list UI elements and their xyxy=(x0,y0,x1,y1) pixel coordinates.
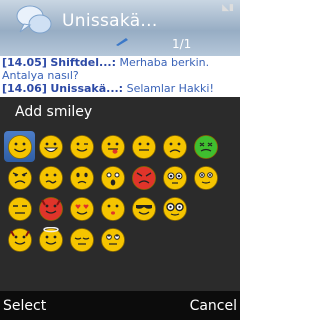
smiley-cool[interactable] xyxy=(128,193,159,224)
smiley-rolling-eyes[interactable] xyxy=(97,224,128,255)
dialog-title: Add smiley xyxy=(15,104,93,120)
smiley-wink[interactable] xyxy=(66,131,97,162)
smiley-nerd-glasses[interactable] xyxy=(159,193,190,224)
empty-cell xyxy=(190,224,221,255)
signal-icon: ◣▮ xyxy=(222,3,234,13)
smiley-frown[interactable] xyxy=(66,162,97,193)
smiley-tongue[interactable] xyxy=(97,131,128,162)
smiley-grin[interactable] xyxy=(35,131,66,162)
rolling-eyes-icon xyxy=(100,227,125,252)
add-smiley-dialog: Add smiley xyxy=(0,97,240,291)
smiley-grid xyxy=(4,131,221,255)
smiley-annoyed[interactable] xyxy=(4,193,35,224)
empty-cell xyxy=(190,193,221,224)
cancel-softkey[interactable]: Cancel xyxy=(190,298,237,314)
chat-bubbles-icon xyxy=(16,5,52,34)
heart-eyes-icon xyxy=(69,196,94,221)
smiley-surprised[interactable] xyxy=(97,162,128,193)
neutral-icon xyxy=(131,134,156,159)
wink-icon xyxy=(69,134,94,159)
smiley-heart-eyes[interactable] xyxy=(66,193,97,224)
smiley-devil[interactable] xyxy=(4,224,35,255)
kiss-icon xyxy=(100,196,125,221)
confused-icon xyxy=(38,165,63,190)
message-nick: Unissakä...: xyxy=(50,82,124,95)
devil-icon xyxy=(7,227,32,252)
edit-icon xyxy=(116,38,128,46)
nerd-glasses-icon xyxy=(162,196,187,221)
smiley-devil-red[interactable] xyxy=(35,193,66,224)
smiley-smile[interactable] xyxy=(4,131,35,162)
worried-icon xyxy=(193,165,218,190)
tongue-icon xyxy=(100,134,125,159)
frown-icon xyxy=(69,165,94,190)
sleepy-icon xyxy=(69,227,94,252)
smile-icon xyxy=(7,134,32,159)
message-text: Selamlar Hakki! xyxy=(126,82,214,95)
smiley-worried[interactable] xyxy=(190,162,221,193)
chat-log[interactable]: [14.05] Shiftdel...: Merhaba berkin. Ant… xyxy=(0,56,240,97)
surprised-icon xyxy=(100,165,125,190)
page-counter: 1/1 xyxy=(172,37,192,51)
smiley-angry-frown[interactable] xyxy=(4,162,35,193)
red-angry-icon xyxy=(131,165,156,190)
chat-message: [14.05] Shiftdel...: Merhaba berkin. Ant… xyxy=(0,56,240,82)
smiley-sad[interactable] xyxy=(159,131,190,162)
smiley-sleepy[interactable] xyxy=(66,224,97,255)
sad-icon xyxy=(162,134,187,159)
annoyed-icon xyxy=(7,196,32,221)
smiley-confused[interactable] xyxy=(35,162,66,193)
devil-red-icon xyxy=(38,196,63,221)
select-softkey[interactable]: Select xyxy=(3,298,46,314)
empty-cell xyxy=(128,224,159,255)
softkey-bar: Select Cancel xyxy=(0,291,240,320)
smiley-red-angry[interactable] xyxy=(128,162,159,193)
message-nick: Shiftdel...: xyxy=(50,56,116,69)
message-time: [14.06] xyxy=(2,82,47,95)
smiley-neutral[interactable] xyxy=(128,131,159,162)
angel-icon xyxy=(38,226,63,252)
smiley-kiss[interactable] xyxy=(97,193,128,224)
message-time: [14.05] xyxy=(2,56,47,69)
big-eyes-icon xyxy=(162,165,187,190)
smiley-angel[interactable] xyxy=(35,224,66,255)
smiley-big-eyes[interactable] xyxy=(159,162,190,193)
smiley-sick[interactable] xyxy=(190,131,221,162)
cool-icon xyxy=(131,196,156,221)
chat-message: [14.06] Unissakä...: Selamlar Hakki! xyxy=(0,82,240,95)
window-title: Unissakä... xyxy=(62,11,158,31)
empty-cell xyxy=(159,224,190,255)
angry-frown-icon xyxy=(7,165,32,190)
title-bar: Unissakä... ◣▮ 1/1 xyxy=(0,0,240,56)
sick-icon xyxy=(193,134,218,159)
grin-icon xyxy=(38,134,63,159)
